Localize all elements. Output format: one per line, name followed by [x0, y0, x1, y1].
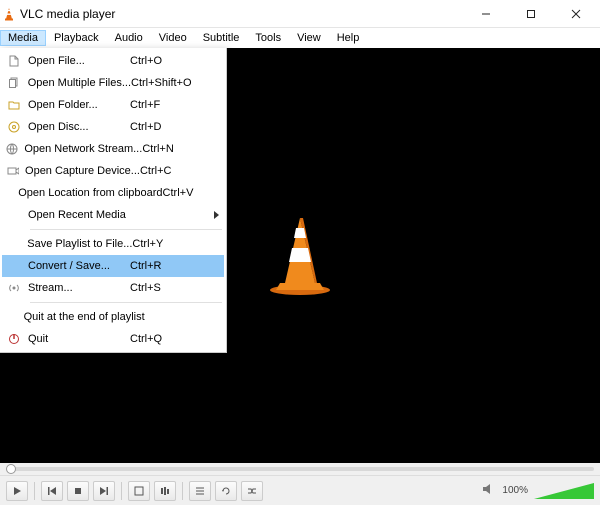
seek-thumb[interactable] — [6, 464, 16, 474]
menu-playback[interactable]: Playback — [46, 30, 107, 46]
controls-bar: 100% — [0, 475, 600, 505]
quit-icon — [2, 333, 26, 345]
menu-item[interactable]: Open Disc...Ctrl+D — [2, 116, 224, 138]
minimize-button[interactable] — [463, 0, 508, 28]
menu-help[interactable]: Help — [329, 30, 368, 46]
playlist-button[interactable] — [189, 481, 211, 501]
menu-item-shortcut: Ctrl+O — [130, 55, 210, 67]
stream-icon — [2, 282, 26, 294]
window-title: VLC media player — [20, 7, 463, 21]
menu-item-label: Open File... — [26, 55, 130, 67]
menu-item-shortcut: Ctrl+Q — [130, 333, 210, 345]
stop-button[interactable] — [67, 481, 89, 501]
menu-item-label: Quit — [26, 333, 130, 345]
menu-item[interactable]: Open Folder...Ctrl+F — [2, 94, 224, 116]
menu-item-label: Open Multiple Files... — [26, 77, 131, 89]
menu-item-label: Save Playlist to File... — [25, 238, 132, 250]
previous-button[interactable] — [41, 481, 63, 501]
menu-bar: MediaPlaybackAudioVideoSubtitleToolsView… — [0, 28, 600, 48]
next-button[interactable] — [93, 481, 115, 501]
menu-item[interactable]: Open File...Ctrl+O — [2, 50, 224, 72]
menu-video[interactable]: Video — [151, 30, 195, 46]
volume-group: 100% — [482, 482, 594, 500]
menu-item-shortcut: Ctrl+S — [130, 282, 210, 294]
menu-item-label: Open Location from clipboard — [16, 187, 162, 199]
mute-icon[interactable] — [482, 482, 496, 500]
menu-item[interactable]: Open Network Stream...Ctrl+N — [2, 138, 224, 160]
app-icon — [2, 7, 16, 21]
menu-divider — [30, 229, 222, 230]
loop-button[interactable] — [215, 481, 237, 501]
shuffle-button[interactable] — [241, 481, 263, 501]
menu-item[interactable]: QuitCtrl+Q — [2, 328, 224, 350]
menu-item-label: Open Network Stream... — [22, 143, 142, 155]
menu-item-shortcut: Ctrl+D — [130, 121, 210, 133]
maximize-button[interactable] — [508, 0, 553, 28]
submenu-arrow-icon — [214, 211, 219, 219]
menu-item[interactable]: Open Capture Device...Ctrl+C — [2, 160, 224, 182]
menu-item-shortcut: Ctrl+Y — [132, 238, 210, 250]
fullscreen-button[interactable] — [128, 481, 150, 501]
menu-item-shortcut: Ctrl+Shift+O — [131, 77, 210, 89]
menu-item[interactable]: Save Playlist to File...Ctrl+Y — [2, 233, 224, 255]
volume-percent: 100% — [502, 485, 528, 496]
seek-bar[interactable] — [0, 463, 600, 475]
menu-item[interactable]: Open Location from clipboardCtrl+V — [2, 182, 224, 204]
media-menu-dropdown: Open File...Ctrl+OOpen Multiple Files...… — [0, 48, 227, 353]
vlc-cone-logo — [265, 216, 335, 296]
menu-media[interactable]: Media — [0, 30, 46, 46]
menu-tools[interactable]: Tools — [247, 30, 289, 46]
menu-item-label: Open Recent Media — [26, 209, 130, 221]
network-icon — [2, 143, 22, 155]
menu-item-label: Quit at the end of playlist — [22, 311, 145, 323]
menu-item-label: Open Capture Device... — [23, 165, 140, 177]
menu-item-shortcut: Ctrl+R — [130, 260, 210, 272]
menu-item-shortcut: Ctrl+V — [163, 187, 210, 199]
seek-track — [6, 467, 594, 471]
files-icon — [2, 77, 26, 89]
disc-icon — [2, 121, 26, 133]
menu-item-label: Convert / Save... — [26, 260, 130, 272]
menu-item-label: Open Disc... — [26, 121, 130, 133]
menu-item[interactable]: Open Recent Media — [2, 204, 224, 226]
window-buttons — [463, 0, 598, 28]
menu-item-shortcut: Ctrl+C — [140, 165, 210, 177]
menu-item-shortcut: Ctrl+N — [142, 143, 210, 155]
close-button[interactable] — [553, 0, 598, 28]
play-button[interactable] — [6, 481, 28, 501]
folder-icon — [2, 99, 26, 111]
extended-settings-button[interactable] — [154, 481, 176, 501]
menu-item[interactable]: Convert / Save...Ctrl+R — [2, 255, 224, 277]
menu-divider — [30, 302, 222, 303]
menu-view[interactable]: View — [289, 30, 329, 46]
file-icon — [2, 55, 26, 67]
menu-item-shortcut: Ctrl+F — [130, 99, 210, 111]
menu-item[interactable]: Open Multiple Files...Ctrl+Shift+O — [2, 72, 224, 94]
capture-icon — [2, 165, 23, 177]
title-bar: VLC media player — [0, 0, 600, 28]
menu-audio[interactable]: Audio — [107, 30, 151, 46]
volume-slider[interactable] — [534, 483, 594, 499]
menu-item-label: Open Folder... — [26, 99, 130, 111]
menu-item[interactable]: Quit at the end of playlist — [2, 306, 224, 328]
menu-item[interactable]: Stream...Ctrl+S — [2, 277, 224, 299]
menu-subtitle[interactable]: Subtitle — [195, 30, 248, 46]
menu-item-label: Stream... — [26, 282, 130, 294]
